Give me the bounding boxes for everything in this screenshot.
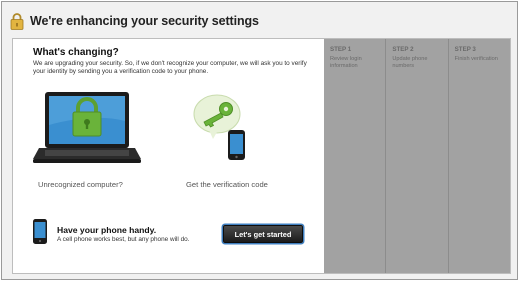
window-frame: We're enhancing your security settings W… bbox=[1, 1, 518, 280]
security-dialog: What's changing? We are upgrading your s… bbox=[12, 38, 511, 274]
page-header: We're enhancing your security settings bbox=[10, 11, 259, 31]
step-description: Finish verification bbox=[454, 56, 498, 62]
step-2: STEP 2 Update phone numbers bbox=[385, 39, 447, 273]
phone-handy-title: Have your phone handy. bbox=[57, 225, 157, 235]
phone-handy-subtitle: A cell phone works best, but any phone w… bbox=[57, 236, 190, 243]
step-number: STEP 2 bbox=[392, 46, 414, 53]
step-description: Review login information bbox=[330, 56, 362, 69]
get-started-button[interactable]: Let's get started bbox=[223, 225, 303, 243]
padlock-icon bbox=[10, 13, 24, 30]
step-description: Update phone numbers bbox=[392, 56, 428, 69]
laptop-lock-icon bbox=[33, 92, 141, 163]
caption-verification-code: Get the verification code bbox=[186, 180, 268, 189]
caption-unrecognized-computer: Unrecognized computer? bbox=[38, 180, 123, 189]
phone-icon bbox=[33, 219, 47, 244]
step-number: STEP 3 bbox=[454, 46, 476, 53]
section-description: We are upgrading your security. So, if w… bbox=[33, 60, 307, 76]
step-1: STEP 1 Review login information bbox=[324, 39, 385, 273]
content-panel: What's changing? We are upgrading your s… bbox=[13, 39, 324, 273]
step-3: STEP 3 Finish verification bbox=[447, 39, 510, 273]
section-heading: What's changing? bbox=[33, 47, 119, 58]
phone-key-icon bbox=[193, 94, 245, 160]
step-number: STEP 1 bbox=[330, 46, 352, 53]
steps-panel: STEP 1 Review login information STEP 2 U… bbox=[324, 39, 510, 273]
page-title: We're enhancing your security settings bbox=[30, 14, 259, 28]
